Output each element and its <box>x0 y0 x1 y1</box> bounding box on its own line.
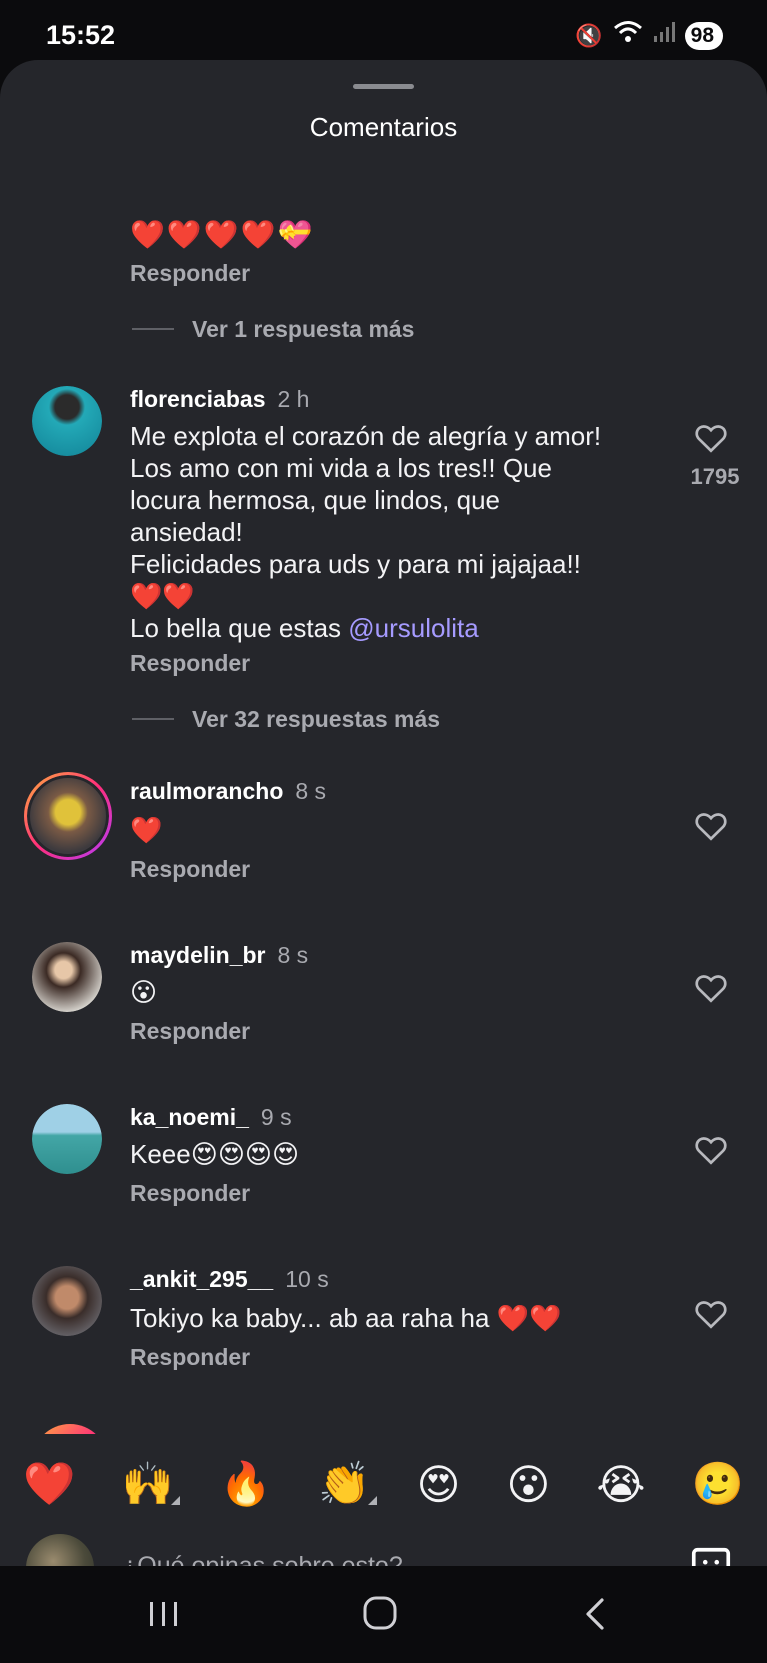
heart-outline-icon[interactable] <box>693 1132 729 1168</box>
comment-line: Felicidades para uds y para mi jajajaa!! <box>130 549 581 579</box>
comment-line: Lo bella que estas @ursulolita <box>130 612 650 644</box>
view-more-replies[interactable]: Ver 1 respuesta más <box>131 316 414 343</box>
heart-outline-icon[interactable] <box>693 970 729 1006</box>
comment-text: Me explota el corazón de alegría y amor!… <box>130 420 650 644</box>
username[interactable]: _ankit_295__ <box>130 1266 273 1292</box>
signal-icon <box>653 21 675 50</box>
comment-line: ❤️❤️ <box>130 581 195 611</box>
comment-line: locura hermosa, que lindos, que <box>130 485 501 515</box>
comment-time: 8 s <box>295 778 327 804</box>
view-more-replies[interactable]: Ver 32 respuestas más <box>131 706 440 733</box>
wifi-icon <box>613 20 643 51</box>
reaction-fire[interactable]: 🔥 <box>220 1460 272 1509</box>
status-time: 15:52 <box>46 20 116 50</box>
comment-line: Los amo con mi vida a los tres!! Que <box>130 453 552 483</box>
reply-button[interactable]: Responder <box>130 1018 250 1045</box>
heart-outline-icon[interactable] <box>693 1296 729 1332</box>
avatar[interactable] <box>32 942 102 1012</box>
reaction-emoji: 👏 <box>318 1459 371 1507</box>
comment-line: ansiedad! <box>130 517 243 547</box>
mention-link[interactable]: @ursulolita <box>348 613 478 643</box>
reaction-heart[interactable]: ❤️ <box>23 1460 75 1509</box>
comment-meta: ka_noemi_ 9 s <box>130 1104 292 1131</box>
mute-icon: 🔇 <box>575 22 603 48</box>
comment-meta: florenciabas 2 h <box>130 386 309 413</box>
system-nav-bar <box>0 1566 767 1663</box>
battery-level: 98 <box>690 23 714 47</box>
reaction-tearful-smile[interactable]: 🥲 <box>692 1460 744 1509</box>
comment-time: 9 s <box>260 1104 292 1130</box>
username[interactable]: maydelin_br <box>130 942 266 968</box>
partial-comment-text: ❤️❤️❤️❤️💝 <box>130 219 315 250</box>
comment-meta: raulmorancho 8 s <box>130 778 326 805</box>
reaction-raised-hands[interactable]: 🙌 <box>121 1459 180 1509</box>
username[interactable]: florenciabas <box>130 386 266 412</box>
username[interactable]: ka_noemi_ <box>130 1104 249 1130</box>
my-avatar <box>26 1534 94 1568</box>
avatar[interactable] <box>32 1424 108 1434</box>
avatar[interactable] <box>32 1266 102 1336</box>
heart-outline-icon[interactable] <box>693 808 729 844</box>
reply-button[interactable]: Responder <box>130 1344 250 1371</box>
reaction-surprised[interactable]: 😮 <box>507 1460 551 1509</box>
reply-button[interactable]: Responder <box>130 1180 250 1207</box>
comment-text: Keee😍😍😍😍 <box>130 1139 300 1169</box>
reaction-heart-eyes[interactable]: 😍 <box>417 1460 461 1509</box>
recents-icon[interactable] <box>142 1596 186 1632</box>
avatar[interactable] <box>24 772 112 860</box>
reaction-crying[interactable]: 😭 <box>596 1460 645 1509</box>
username[interactable]: raulmorancho <box>130 778 283 804</box>
comment-list[interactable]: ❤️❤️❤️❤️💝 Responder Ver 1 respuesta más … <box>0 154 767 1434</box>
reply-button[interactable]: Responder <box>130 856 250 883</box>
comment-input-row: ¿Qué opinas sobre esto? <box>0 1530 767 1568</box>
avatar[interactable] <box>32 386 102 456</box>
comments-sheet: Comentarios ❤️❤️❤️❤️💝 Responder Ver 1 re… <box>0 60 767 1568</box>
reply-button[interactable]: Responder <box>130 650 250 677</box>
skin-tone-indicator <box>170 1495 180 1505</box>
battery-icon: 98 <box>684 21 723 50</box>
reaction-emoji: 🙌 <box>121 1459 174 1507</box>
comment-line: Me explota el corazón de alegría y amor! <box>130 421 602 451</box>
comment-line-text: Lo bella que estas <box>130 613 349 643</box>
skin-tone-indicator <box>367 1495 377 1505</box>
comment-time: 2 h <box>277 386 310 412</box>
like-count: 1795 <box>690 464 740 489</box>
comment-time: 8 s <box>277 942 309 968</box>
comment-time: 10 s <box>285 1266 329 1292</box>
comment-text: Tokiyo ka baby... ab aa raha ha ❤️❤️ <box>130 1303 562 1333</box>
comment-text: ❤️ <box>130 815 163 845</box>
sticker-icon[interactable] <box>688 1544 734 1568</box>
reaction-clap[interactable]: 👏 <box>318 1459 377 1509</box>
sheet-title: Comentarios <box>309 112 458 142</box>
comment-text: 😮 <box>130 977 158 1007</box>
comment-meta: _ankit_295__ 10 s <box>130 1266 329 1293</box>
comment-meta: maydelin_br 8 s <box>130 942 308 969</box>
drag-handle[interactable] <box>353 84 414 89</box>
back-icon[interactable] <box>574 1596 618 1632</box>
home-icon[interactable] <box>358 1596 402 1632</box>
status-icons: 🔇 98 <box>575 20 723 51</box>
reaction-bar: ❤️ 🙌 🔥 👏 😍 😮 😭 🥲 <box>0 1444 767 1524</box>
reply-button[interactable]: Responder <box>130 260 250 287</box>
heart-outline-icon[interactable] <box>693 420 729 456</box>
avatar[interactable] <box>32 1104 102 1174</box>
